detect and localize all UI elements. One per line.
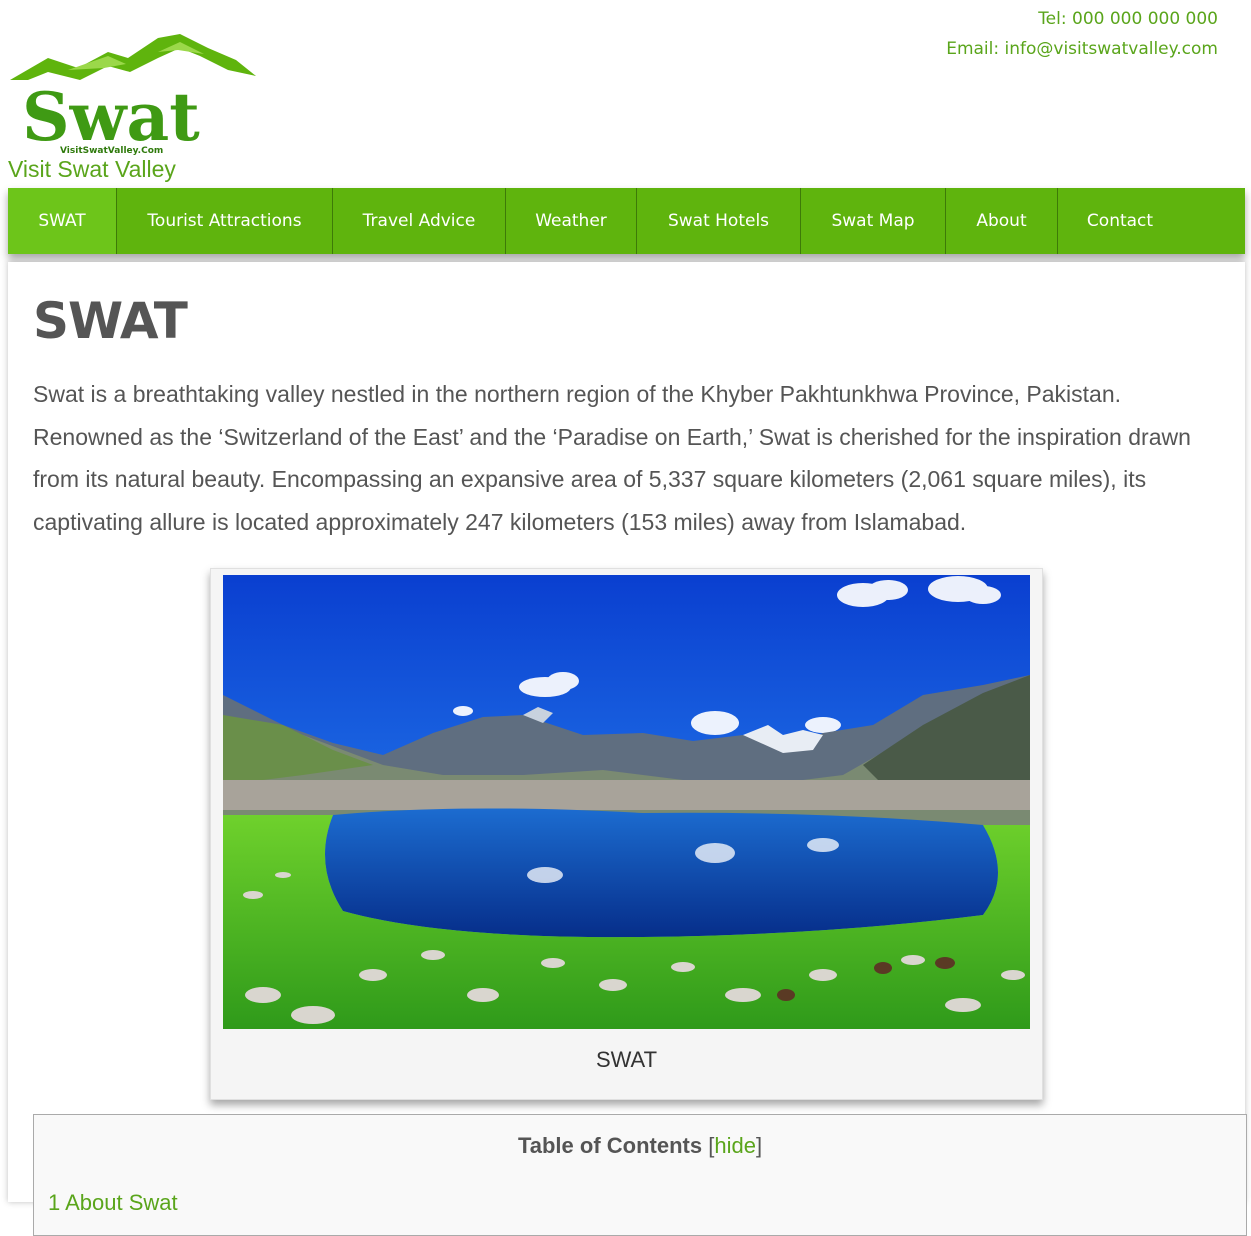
nav-item-swat-hotels[interactable]: Swat Hotels [637,188,801,254]
site-logo[interactable]: Swat VisitSwatValley.Com [8,30,258,156]
toc-title: Table of Contents [517,1133,703,1158]
figure-caption: SWAT [595,1047,658,1072]
nav-item-swat[interactable]: SWAT [8,188,117,254]
main-content: SWAT Swat is a breathtaking valley nestl… [8,262,1247,1236]
phone-number: Tel: 000 000 000 000 [1038,9,1218,29]
mountain-icon [10,34,256,80]
toc-item-about-swat[interactable]: 1 About Swat [48,1190,178,1216]
featured-figure: SWAT [210,568,1043,1100]
site-tagline[interactable]: Visit Swat Valley [8,156,176,183]
email-link[interactable]: info@visitswatvalley.com [1005,39,1219,59]
swat-landscape-image [223,575,1030,1029]
nav-item-about[interactable]: About [946,188,1058,254]
nav-item-travel-advice[interactable]: Travel Advice [333,188,506,254]
toc-hide-toggle[interactable]: hide [714,1133,756,1158]
page-title: SWAT [33,292,188,350]
email-label: Email: [946,39,1005,59]
table-of-contents: Table of Contents [hide] 1 About Swat [33,1114,1247,1236]
main-nav: SWAT Tourist Attractions Travel Advice W… [8,188,1245,254]
toc-bracket-close: ] [755,1133,763,1158]
toc-header: Table of Contents [hide] [34,1133,1246,1159]
nav-item-weather[interactable]: Weather [506,188,637,254]
nav-item-tourist-attractions[interactable]: Tourist Attractions [117,188,333,254]
logo-subtext: VisitSwatValley.Com [60,146,163,156]
contact-info: Tel: 000 000 000 000 Email: info@visitsw… [946,4,1218,64]
nav-item-swat-map[interactable]: Swat Map [801,188,946,254]
intro-paragraph: Swat is a breathtaking valley nestled in… [33,381,1191,535]
nav-item-contact[interactable]: Contact [1058,188,1182,254]
logo-wordmark: Swat [22,78,200,156]
site-header: Tel: 000 000 000 000 Email: info@visitsw… [0,0,1251,188]
email-line: Email: info@visitswatvalley.com [946,34,1218,64]
